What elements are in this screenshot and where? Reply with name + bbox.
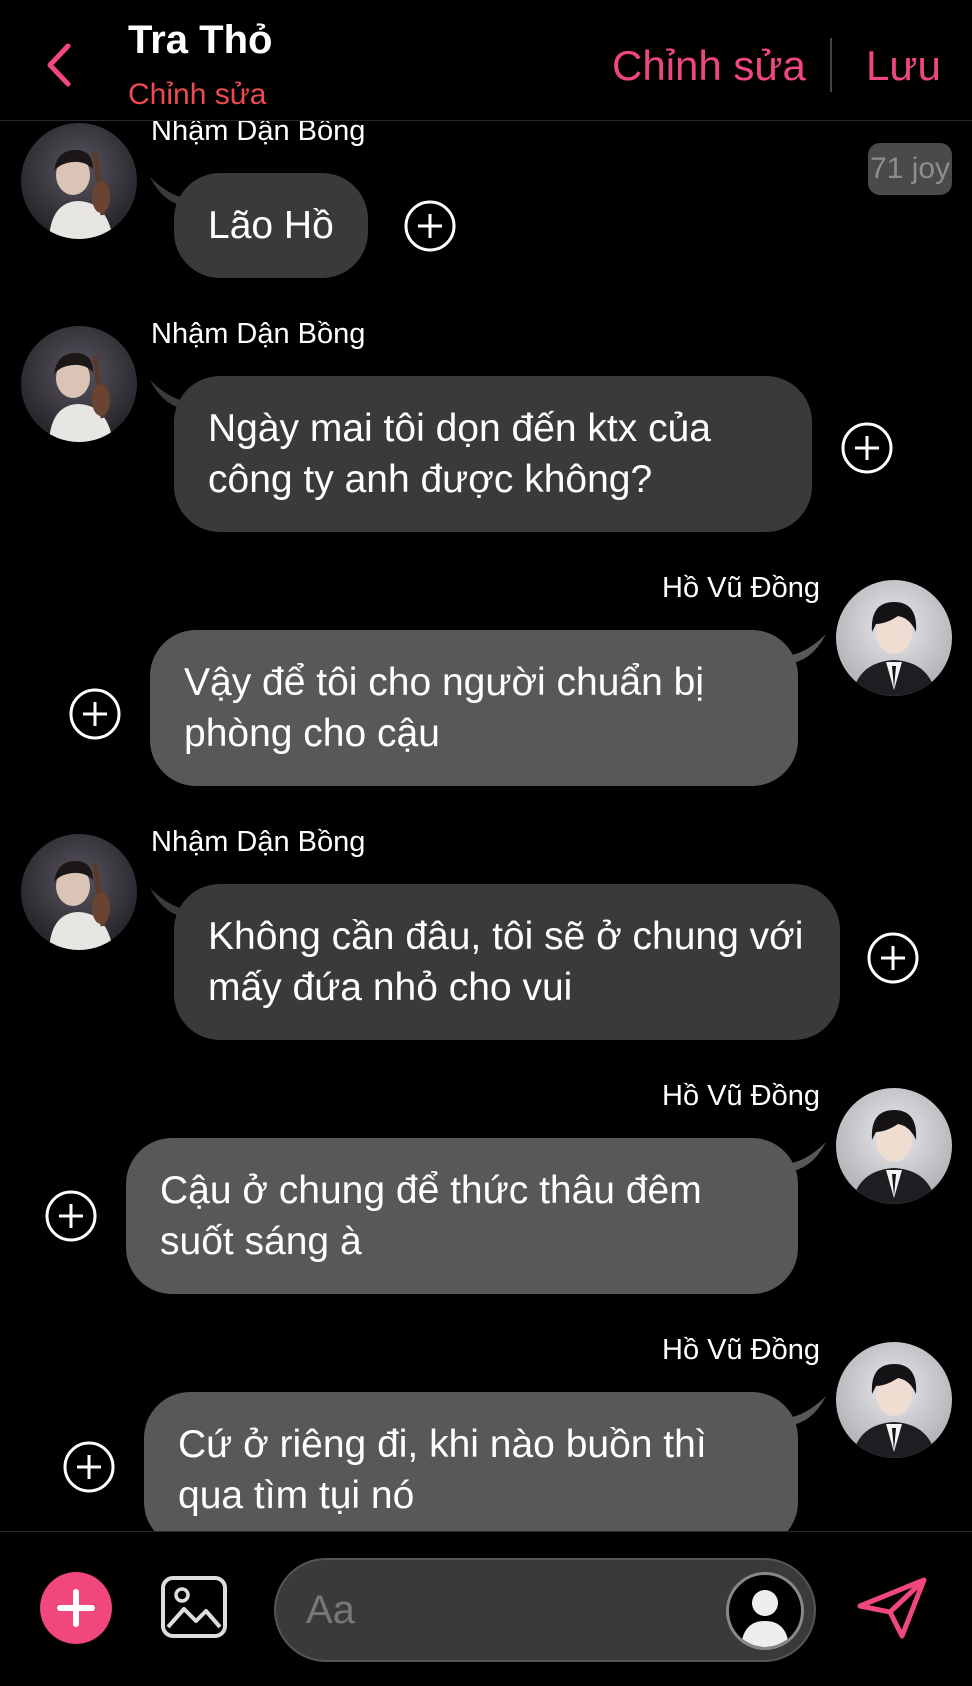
- message-input[interactable]: [306, 1584, 686, 1636]
- add-button[interactable]: [40, 1572, 112, 1644]
- message-bubble[interactable]: Lão Hồ: [174, 173, 368, 278]
- avatar[interactable]: [836, 1342, 952, 1458]
- avatar-image: [21, 834, 137, 950]
- message-bubble[interactable]: Cứ ở riêng đi, khi nào buồn thì qua tìm …: [144, 1392, 798, 1531]
- plus-circle-icon[interactable]: [866, 931, 920, 985]
- plus-circle-icon[interactable]: [44, 1189, 98, 1243]
- message-input-container: [274, 1558, 816, 1662]
- sender-name: Nhậm Dận Bồng: [151, 318, 366, 350]
- message-bubble[interactable]: Ngày mai tôi dọn đến ktx của công ty anh…: [174, 376, 812, 532]
- chat-header: Tra Thỏ Chỉnh sửa Chỉnh sửa Lưu: [0, 0, 972, 121]
- avatar-image: [836, 580, 952, 696]
- avatar-image: [21, 326, 137, 442]
- sender-name: Nhậm Dận Bồng: [151, 826, 366, 858]
- image-button[interactable]: [160, 1575, 228, 1639]
- message-bubble[interactable]: Không cần đâu, tôi sẽ ở chung với mấy đứ…: [174, 884, 840, 1040]
- message-list[interactable]: 71 joy Nhậm Dận Bồng Lão Hồ Nhậm Dận Bồn…: [0, 121, 972, 1531]
- back-button[interactable]: [40, 40, 80, 90]
- plus-circle-icon[interactable]: [403, 199, 457, 253]
- image-icon: [161, 1576, 227, 1638]
- person-icon: [741, 1590, 789, 1647]
- plus-circle-icon[interactable]: [68, 687, 122, 741]
- chat-subtitle: Chỉnh sửa: [128, 78, 267, 111]
- avatar[interactable]: [836, 580, 952, 696]
- points-badge: 71 joy: [868, 143, 952, 195]
- header-divider: [830, 38, 832, 92]
- plus-circle-icon[interactable]: [840, 421, 894, 475]
- chat-title: Tra Thỏ: [128, 18, 273, 62]
- avatar[interactable]: [21, 834, 137, 950]
- send-icon: [857, 1577, 927, 1639]
- plus-icon: [57, 1589, 95, 1627]
- avatar-image: [21, 123, 137, 239]
- message-bubble[interactable]: Cậu ở chung để thức thâu đêm suốt sáng à: [126, 1138, 798, 1294]
- avatar[interactable]: [21, 326, 137, 442]
- sender-name: Hồ Vũ Đồng: [662, 1334, 820, 1366]
- plus-circle-icon[interactable]: [62, 1440, 116, 1494]
- sender-name: Nhậm Dận Bồng: [151, 121, 366, 147]
- save-button[interactable]: Lưu: [866, 42, 941, 90]
- composer-bar: [0, 1531, 972, 1686]
- sender-name: Hồ Vũ Đồng: [662, 572, 820, 604]
- user-avatar[interactable]: [726, 1572, 804, 1650]
- avatar-image: [836, 1088, 952, 1204]
- avatar-image: [836, 1342, 952, 1458]
- sender-name: Hồ Vũ Đồng: [662, 1080, 820, 1112]
- avatar[interactable]: [21, 123, 137, 239]
- message-bubble[interactable]: Vậy để tôi cho người chuẩn bị phòng cho …: [150, 630, 798, 786]
- edit-button[interactable]: Chỉnh sửa: [612, 42, 806, 90]
- chevron-left-icon: [47, 43, 71, 87]
- avatar[interactable]: [836, 1088, 952, 1204]
- send-button[interactable]: [856, 1576, 928, 1640]
